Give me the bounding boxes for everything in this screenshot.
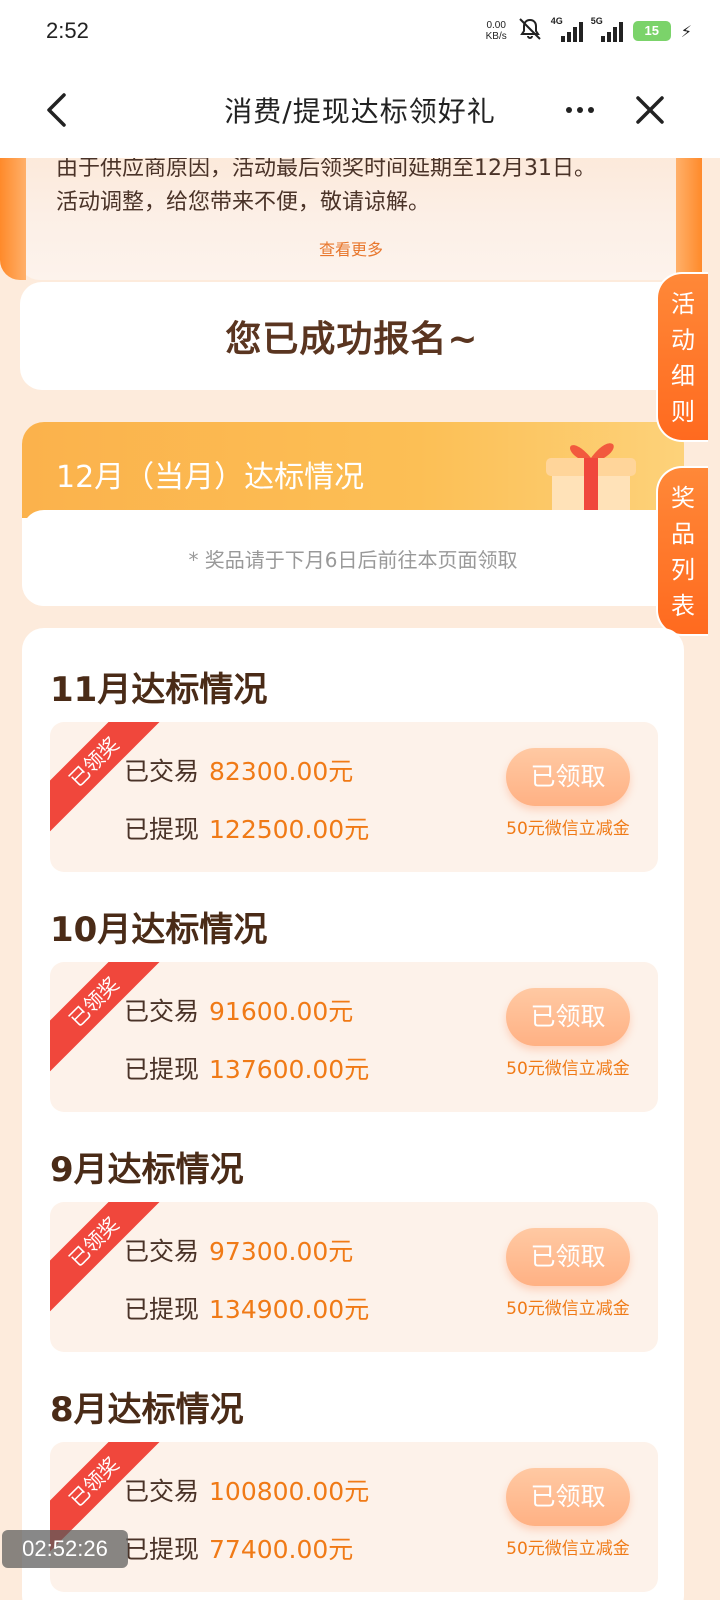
claimed-button[interactable]: 已领取 <box>506 748 630 806</box>
trade-amount: 82300.00元 <box>209 757 354 786</box>
recording-timer: 02:52:26 <box>2 1530 128 1568</box>
record-card: 已领奖 已交易 91600.00元 已提现 137600.00元 已领取 50元微信… <box>50 962 658 1112</box>
battery-icon: 15 <box>632 21 671 41</box>
chevron-left-icon <box>47 93 66 127</box>
current-month-header: 12月（当月）达标情况 <box>22 422 684 520</box>
withdraw-amount: 134900.00元 <box>209 1295 370 1324</box>
claimed-button[interactable]: 已领取 <box>506 1228 630 1286</box>
withdraw-row: 已提现 122500.00元 <box>124 815 370 844</box>
prize-label: 50元微信立减金 <box>506 1539 630 1559</box>
close-icon <box>636 96 664 124</box>
see-more-link[interactable]: 查看更多 <box>18 236 684 260</box>
page-title: 消费/提现达标领好礼 <box>224 95 496 128</box>
status-icons: 0.00 KB/s 4G 5G 15 ⚡ <box>485 16 692 45</box>
prize-label: 50元微信立减金 <box>506 1059 630 1079</box>
withdraw-row: 已提现 137600.00元 <box>124 1055 370 1084</box>
more-button[interactable] <box>560 92 600 128</box>
month-title: 10月达标情况 <box>50 910 268 950</box>
mute-bell-icon <box>517 17 543 45</box>
prize-label: 50元微信立减金 <box>506 1299 630 1319</box>
trade-row: 已交易 100800.00元 <box>124 1477 370 1506</box>
status-bar: 2:52 0.00 KB/s 4G 5G 15 ⚡ <box>0 0 720 62</box>
registration-status-card: 您已成功报名~ <box>20 282 684 390</box>
prize-claim-note: * 奖品请于下月6日后前往本页面领取 <box>188 547 518 572</box>
withdraw-amount: 137600.00元 <box>209 1055 370 1084</box>
month-title: 11月达标情况 <box>50 670 268 710</box>
withdraw-amount: 122500.00元 <box>209 815 370 844</box>
history-panel: 11月达标情况 已领奖 已交易 82300.00元 已提现 122500.00元 已… <box>22 628 684 1600</box>
network-speed: 0.00 KB/s <box>485 20 507 42</box>
gift-box-icon <box>546 443 636 520</box>
activity-rules-tab[interactable]: 活 动 细 则 <box>656 272 708 442</box>
signal-5g-icon: 5G <box>591 16 623 42</box>
trade-row: 已交易 82300.00元 <box>124 757 354 786</box>
trade-amount: 91600.00元 <box>209 997 354 1026</box>
prize-list-tab[interactable]: 奖 品 列 表 <box>656 466 708 636</box>
more-dots-icon <box>566 107 572 113</box>
record-card: 已领奖 已交易 100800.00元 已提现 77400.00元 已领取 50元微信… <box>50 1442 658 1592</box>
current-month-title: 12月（当月）达标情况 <box>56 460 365 495</box>
charging-icon: ⚡ <box>680 21 692 41</box>
month-title: 9月达标情况 <box>50 1150 244 1190</box>
notice-text-line2: 活动调整，给您带来不便，敬请谅解。 <box>56 190 431 215</box>
trade-row: 已交易 97300.00元 <box>124 1237 354 1266</box>
back-button[interactable] <box>36 88 76 132</box>
current-month-card: 12月（当月）达标情况 * 奖品请于下月6日后前往本页面领取 <box>22 422 684 606</box>
signal-4g-icon: 4G <box>551 16 583 42</box>
claimed-button[interactable]: 已领取 <box>506 988 630 1046</box>
nav-bar: 消费/提现达标领好礼 <box>0 62 720 158</box>
trade-row: 已交易 91600.00元 <box>124 997 354 1026</box>
record-card: 已领奖 已交易 82300.00元 已提现 122500.00元 已领取 50元微信… <box>50 722 658 872</box>
withdraw-row: 已提现 77400.00元 <box>124 1535 354 1564</box>
close-button[interactable] <box>630 90 670 130</box>
record-card: 已领奖 已交易 97300.00元 已提现 134900.00元 已领取 50元微信… <box>50 1202 658 1352</box>
trade-amount: 100800.00元 <box>209 1477 370 1506</box>
withdraw-amount: 77400.00元 <box>209 1535 354 1564</box>
current-month-body: * 奖品请于下月6日后前往本页面领取 <box>22 510 684 606</box>
registration-status-text: 您已成功报名~ <box>225 319 479 360</box>
claimed-button[interactable]: 已领取 <box>506 1468 630 1526</box>
status-time: 2:52 <box>46 18 89 43</box>
trade-amount: 97300.00元 <box>209 1237 354 1266</box>
month-title: 8月达标情况 <box>50 1390 244 1430</box>
withdraw-row: 已提现 134900.00元 <box>124 1295 370 1324</box>
prize-label: 50元微信立减金 <box>506 819 630 839</box>
